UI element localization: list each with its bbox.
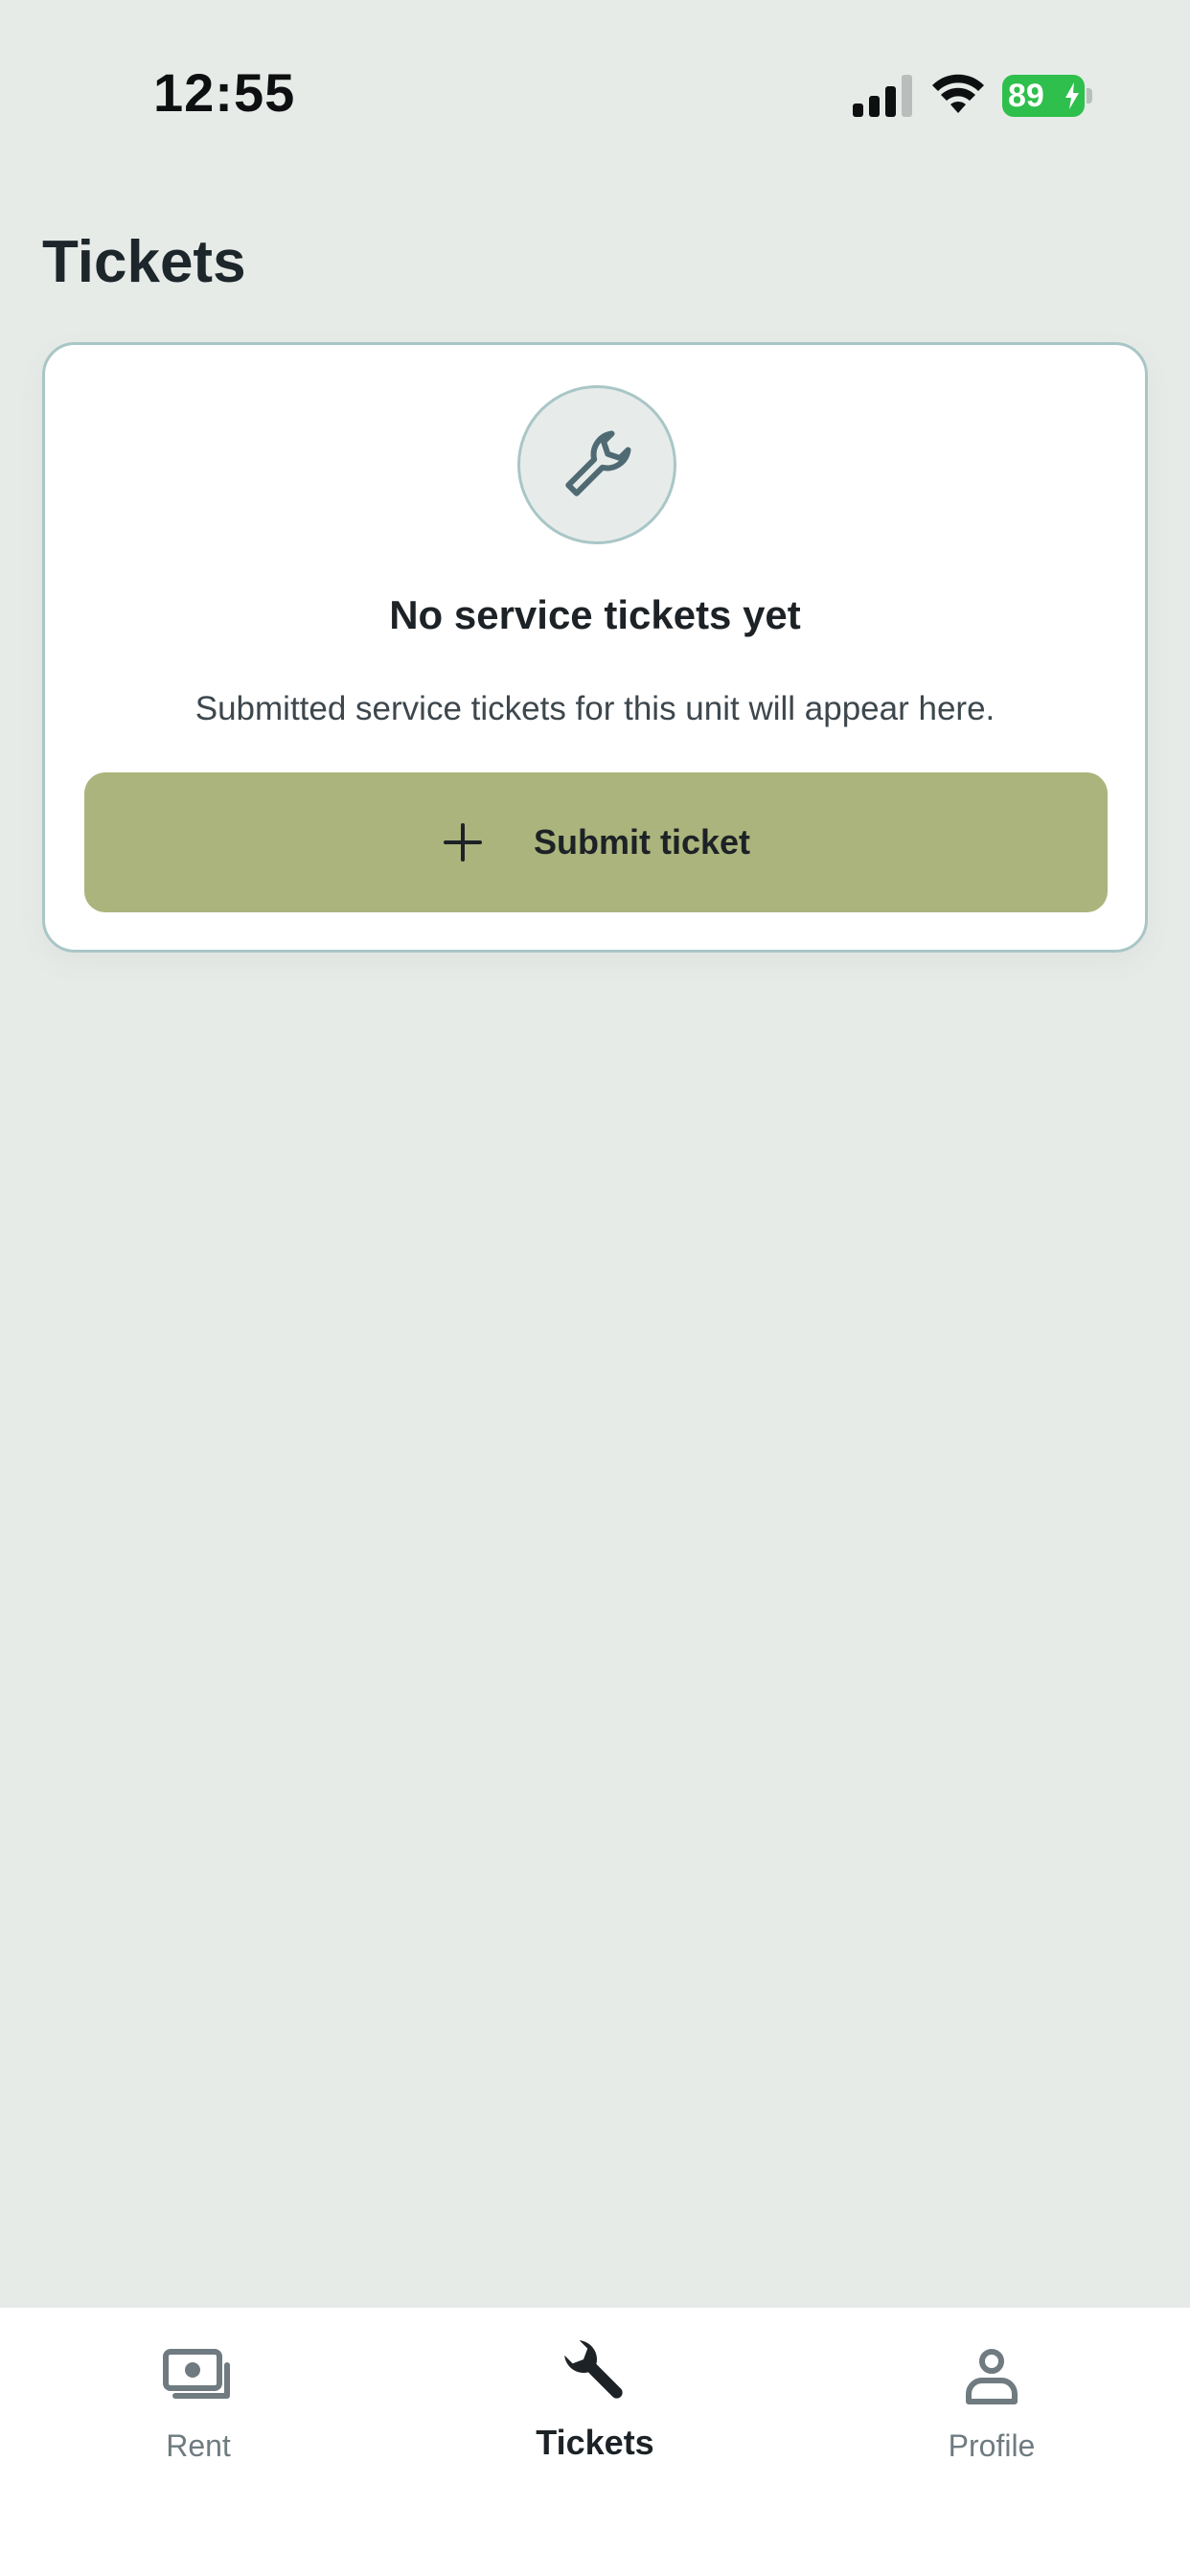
tab-rent-label: Rent — [166, 2428, 231, 2463]
status-time: 12:55 — [153, 62, 296, 123]
wrench-icon — [565, 430, 631, 496]
wrench-icon — [564, 2340, 623, 2399]
status-bar: 12:55 89 — [0, 0, 1190, 192]
tab-rent[interactable]: Rent — [0, 2308, 397, 2499]
empty-state-card: No service tickets yet Submitted service… — [42, 342, 1148, 953]
battery-level: 89 — [1008, 78, 1044, 114]
plus-icon — [443, 823, 482, 862]
tab-tickets-label: Tickets — [536, 2423, 654, 2462]
tab-profile-label: Profile — [948, 2428, 1036, 2463]
bottom-tab-bar: Rent Tickets Profile — [0, 2308, 1190, 2576]
wifi-icon — [932, 74, 984, 113]
cash-icon — [163, 2349, 230, 2399]
battery-cap — [1087, 88, 1092, 104]
empty-state-icon-badge — [517, 385, 676, 544]
charging-bolt-icon — [1065, 82, 1079, 109]
submit-ticket-label: Submit ticket — [533, 822, 751, 862]
cellular-signal-icon — [853, 75, 912, 117]
empty-state-subtitle: Submitted service tickets for this unit … — [195, 690, 995, 727]
tab-profile[interactable]: Profile — [793, 2308, 1190, 2499]
empty-state-title: No service tickets yet — [389, 592, 801, 637]
battery-indicator: 89 — [1002, 75, 1085, 117]
page-title: Tickets — [42, 229, 246, 295]
person-icon — [966, 2349, 1018, 2404]
tickets-screen: 12:55 89 Tickets No service tickets yet … — [0, 0, 1190, 2576]
tab-tickets[interactable]: Tickets — [397, 2308, 793, 2499]
submit-ticket-button[interactable]: Submit ticket — [84, 772, 1108, 912]
